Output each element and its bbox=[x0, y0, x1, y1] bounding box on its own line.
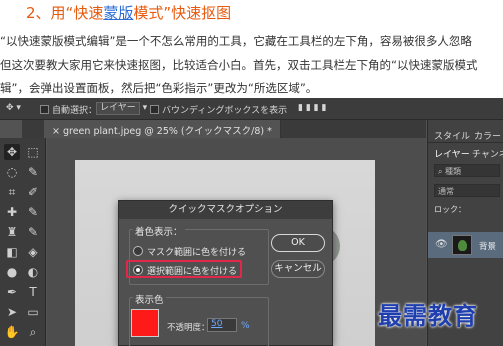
document-tab[interactable]: × green plant.jpeg @ 25% (クイックマスク/8) * bbox=[44, 120, 281, 138]
type-icon[interactable]: T bbox=[25, 284, 41, 300]
move-icon[interactable]: ✥ bbox=[4, 144, 20, 160]
tab-channels[interactable]: チャンネ bbox=[472, 147, 503, 160]
dodge-icon[interactable]: ◐ bbox=[25, 264, 41, 280]
auto-select-label: 自動選択： bbox=[52, 106, 98, 116]
layer-row[interactable]: 👁 背景 bbox=[428, 232, 503, 258]
heading-link[interactable]: 蒙版 bbox=[103, 4, 133, 22]
radio-masked-areas[interactable] bbox=[133, 246, 143, 256]
bucket-icon[interactable]: ◈ bbox=[25, 244, 41, 260]
tab-layers[interactable]: レイヤー bbox=[434, 147, 470, 160]
hand-icon[interactable]: ✋ bbox=[4, 324, 20, 340]
article-line-1: “以快速蒙版模式编辑”是一个不怎么常用的工具，它藏在工具栏的左下角，容易被很多人… bbox=[0, 34, 472, 48]
radio-selected-areas[interactable] bbox=[133, 265, 143, 275]
opacity-unit: % bbox=[241, 321, 250, 331]
bbox-checkbox[interactable] bbox=[150, 105, 159, 114]
dialog-title: クイックマスクオプション bbox=[119, 201, 332, 219]
cancel-button[interactable]: キャンセル bbox=[271, 260, 325, 278]
auto-select-option[interactable]: 自動選択： bbox=[40, 103, 97, 116]
marquee-icon[interactable]: ⬚ bbox=[25, 144, 41, 160]
eraser-icon[interactable]: ◧ bbox=[4, 244, 20, 260]
crop-icon[interactable]: ⌗ bbox=[4, 184, 20, 200]
opacity-label: 不透明度： bbox=[167, 323, 210, 333]
align-icons[interactable]: ▮ ▮ ▮ ▮ bbox=[298, 103, 326, 113]
mask-color-swatch[interactable] bbox=[131, 309, 159, 337]
layer-name: 背景 bbox=[479, 242, 497, 252]
opacity-input[interactable]: 50 bbox=[207, 318, 237, 332]
tab-color[interactable]: カラー bbox=[474, 129, 501, 142]
tab-style[interactable]: スタイル bbox=[434, 129, 470, 142]
option-masked-label[interactable]: マスク範囲に色を付ける bbox=[147, 245, 246, 258]
ok-button[interactable]: OK bbox=[271, 234, 325, 252]
option-selected-label[interactable]: 選択範囲に色を付ける bbox=[147, 264, 237, 277]
auto-select-checkbox[interactable] bbox=[40, 105, 49, 114]
brush-icon[interactable]: ✎ bbox=[25, 204, 41, 220]
color-label: 表示色 bbox=[133, 292, 166, 306]
search-icon: ⌕ bbox=[438, 167, 446, 176]
eyedropper-icon[interactable]: ✐ bbox=[25, 184, 41, 200]
healing-icon[interactable]: ✚ bbox=[4, 204, 20, 220]
bbox-label: バウンディングボックスを表示 bbox=[162, 106, 288, 116]
bbox-option[interactable]: バウンディングボックスを表示 bbox=[150, 103, 287, 116]
history-brush-icon[interactable]: ✎ bbox=[25, 224, 41, 240]
heading-suffix: 模式”快速抠图 bbox=[133, 4, 232, 22]
shape-icon[interactable]: ▭ bbox=[25, 304, 41, 320]
zoom-icon[interactable]: ⌕ bbox=[25, 324, 41, 340]
eye-icon[interactable]: 👁 bbox=[435, 239, 448, 250]
blend-mode-select[interactable]: 通常 bbox=[434, 184, 500, 197]
layer-filter-field[interactable]: ⌕ 種類 bbox=[434, 164, 500, 177]
pen-icon[interactable]: ✒ bbox=[4, 284, 20, 300]
quick-select-icon[interactable]: ✎ bbox=[25, 164, 41, 180]
stamp-icon[interactable]: ♜ bbox=[4, 224, 20, 240]
article-line-2: 但这次要教大家用它来快速抠图，比较适合小白。首先，双击工具栏左下角的“以快速蒙版… bbox=[0, 58, 478, 72]
document-tab-title: green plant.jpeg @ 25% (クイックマスク/8) * bbox=[62, 126, 272, 137]
article-header: 2、用“快速蒙版模式”快速抠图 “以快速蒙版模式编辑”是一个不怎么常用的工具，它… bbox=[0, 0, 503, 98]
path-select-icon[interactable]: ➤ bbox=[4, 304, 20, 320]
tools-panel: ✥ ⬚ ◌ ✎ ⌗ ✐ ✚ ✎ ♜ ✎ ◧ ◈ ● ◐ ✒ T ➤ ▭ ✋ ⌕ bbox=[0, 138, 46, 346]
blur-icon[interactable]: ● bbox=[4, 264, 20, 280]
move-tool-icon[interactable]: ✥ ▾ bbox=[6, 103, 21, 113]
watermark-logo: 最需教育 bbox=[378, 301, 478, 330]
options-bar: ✥ ▾ 自動選択： レイヤー ▾ バウンディングボックスを表示 ▮ ▮ ▮ ▮ bbox=[0, 98, 503, 120]
layer-select-dropdown[interactable]: レイヤー ▾ bbox=[96, 102, 147, 115]
heading-prefix: 2、用“快速 bbox=[26, 4, 104, 22]
article-line-3: 辑”，会弹出设置面板，然后把“色彩指示”更改为“所选区域”。 bbox=[0, 81, 318, 95]
close-icon[interactable]: × bbox=[52, 126, 63, 137]
quick-mask-dialog: クイックマスクオプション 着色表示： マスク範囲に色を付ける 選択範囲に色を付け… bbox=[118, 200, 333, 346]
lasso-icon[interactable]: ◌ bbox=[4, 164, 20, 180]
lock-label: ロック： bbox=[434, 205, 466, 214]
color-indicates-label: 着色表示： bbox=[133, 224, 185, 238]
layer-thumbnail bbox=[452, 235, 472, 255]
article-heading: 2、用“快速蒙版模式”快速抠图 bbox=[26, 2, 231, 23]
